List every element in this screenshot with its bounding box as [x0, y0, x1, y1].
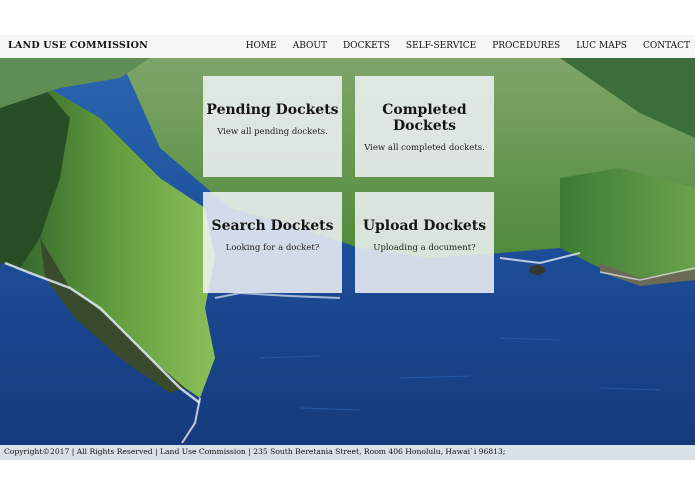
nav-home[interactable]: HOME	[246, 41, 277, 51]
card-search-dockets[interactable]: Search Dockets Looking for a docket?	[203, 192, 342, 293]
card-description: View all completed dockets.	[364, 143, 485, 153]
card-description: Uploading a document?	[373, 243, 476, 253]
nav-contact[interactable]: CONTACT	[643, 41, 690, 51]
card-title: Upload Dockets	[362, 218, 487, 234]
navbar: LAND USE COMMISSION HOME ABOUT DOCKETS S…	[0, 35, 695, 59]
nav-procedures[interactable]: PROCEDURES	[492, 41, 560, 51]
nav-self-service[interactable]: SELF-SERVICE	[406, 41, 476, 51]
site-brand[interactable]: LAND USE COMMISSION	[8, 40, 148, 51]
footer-copyright: Copyright©2017 | All Rights Reserved | L…	[4, 447, 506, 456]
footer: Copyright©2017 | All Rights Reserved | L…	[0, 445, 695, 460]
card-title: Search Dockets	[211, 218, 334, 234]
card-pending-dockets[interactable]: Pending Dockets View all pending dockets…	[203, 76, 342, 177]
nav-luc-maps[interactable]: LUC MAPS	[576, 41, 627, 51]
nav-about[interactable]: ABOUT	[293, 41, 327, 51]
card-completed-dockets[interactable]: Completed Dockets View all completed doc…	[355, 76, 494, 177]
card-title: Completed Dockets	[382, 102, 467, 134]
main-nav: HOME ABOUT DOCKETS SELF-SERVICE PROCEDUR…	[230, 41, 690, 51]
card-description: View all pending dockets.	[217, 127, 328, 137]
coastline-landscape	[0, 58, 695, 445]
hero-background-image	[0, 58, 695, 445]
card-upload-dockets[interactable]: Upload Dockets Uploading a document?	[355, 192, 494, 293]
nav-dockets[interactable]: DOCKETS	[343, 41, 390, 51]
bottom-whitespace	[0, 460, 695, 494]
card-description: Looking for a docket?	[225, 243, 320, 253]
top-whitespace	[0, 0, 695, 35]
card-title: Pending Dockets	[206, 102, 339, 118]
